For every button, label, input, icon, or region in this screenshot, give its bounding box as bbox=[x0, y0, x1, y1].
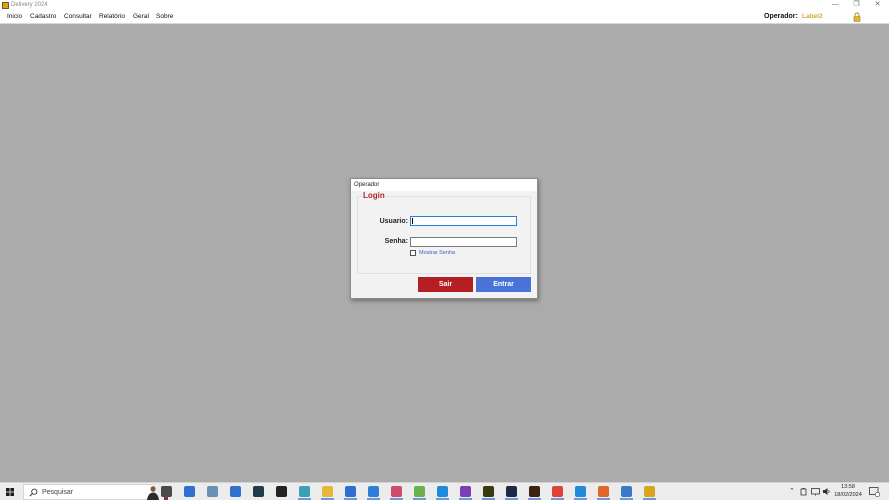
network-icon[interactable] bbox=[811, 488, 820, 496]
menu-item-inicio[interactable]: Inicio bbox=[7, 13, 22, 21]
feather-icon[interactable] bbox=[299, 486, 310, 497]
search-placeholder: Pesquisar bbox=[42, 489, 74, 496]
show-password-label[interactable]: Mostrar Senha bbox=[419, 249, 455, 257]
delivery-app-icon[interactable] bbox=[644, 486, 655, 497]
restore-button[interactable]: ❐ bbox=[846, 0, 867, 11]
usuario-input[interactable] bbox=[410, 216, 517, 226]
window-title: Delivery 2024 bbox=[11, 2, 48, 8]
entrar-button[interactable]: Entrar bbox=[476, 277, 531, 292]
menu-item-sobre[interactable]: Sobre bbox=[156, 13, 173, 21]
lock-icon[interactable] bbox=[852, 12, 862, 22]
file-explorer-icon[interactable] bbox=[322, 486, 333, 497]
notepad-plus-icon[interactable] bbox=[414, 486, 425, 497]
dialog-titlebar: Operador bbox=[351, 179, 537, 191]
clock-time[interactable]: 13:58 bbox=[834, 484, 862, 491]
network-app-icon[interactable] bbox=[207, 486, 218, 497]
firefox-icon[interactable] bbox=[598, 486, 609, 497]
sair-button[interactable]: Sair bbox=[418, 277, 473, 292]
menu-item-cadastro[interactable]: Cadastro bbox=[30, 13, 56, 21]
dialog-title: Operador bbox=[354, 182, 380, 188]
login-dialog: Operador Login Usuario: Senha: Mostrar S… bbox=[350, 178, 538, 299]
battery-icon[interactable] bbox=[800, 488, 808, 496]
fireworks-icon[interactable] bbox=[483, 486, 494, 497]
store-icon[interactable] bbox=[345, 486, 356, 497]
taskbar: Pesquisar ⌃ 13:58 18/02/2024 bbox=[0, 482, 889, 500]
volume-icon[interactable] bbox=[822, 487, 831, 496]
search-icon bbox=[29, 488, 38, 497]
windows-start-icon[interactable] bbox=[6, 488, 14, 496]
visual-studio-v-icon[interactable] bbox=[253, 486, 264, 497]
code-editor-icon[interactable] bbox=[621, 486, 632, 497]
text-caret bbox=[412, 218, 413, 224]
visual-studio-icon[interactable] bbox=[460, 486, 471, 497]
illustrator-icon[interactable] bbox=[529, 486, 540, 497]
operador-label: Operador: bbox=[764, 13, 798, 20]
tablet-icon[interactable] bbox=[230, 486, 241, 497]
paint-icon[interactable] bbox=[391, 486, 402, 497]
clock-date[interactable]: 18/02/2024 bbox=[832, 492, 864, 499]
menu-bar: Inicio Cadastro Consultar Relatório Gera… bbox=[0, 11, 889, 24]
minimize-button[interactable]: — bbox=[825, 0, 846, 11]
menu-item-geral[interactable]: Geral bbox=[133, 13, 149, 21]
login-group: Login bbox=[357, 191, 531, 274]
app-icon bbox=[2, 2, 9, 9]
menu-item-consultar[interactable]: Consultar bbox=[64, 13, 92, 21]
tray-chevron-up-icon[interactable]: ⌃ bbox=[789, 487, 795, 496]
usuario-label: Usuario: bbox=[379, 218, 408, 225]
operador-value: Label2 bbox=[802, 13, 823, 20]
login-group-title: Login bbox=[362, 191, 386, 201]
mail-icon[interactable] bbox=[368, 486, 379, 497]
notifications-icon[interactable] bbox=[869, 487, 880, 497]
edge-icon[interactable] bbox=[575, 486, 586, 497]
photoshop-icon[interactable] bbox=[506, 486, 517, 497]
vscode-icon[interactable] bbox=[437, 486, 448, 497]
senha-input[interactable] bbox=[410, 237, 517, 247]
taskbar-search[interactable]: Pesquisar bbox=[23, 484, 169, 500]
app-blue-icon[interactable] bbox=[184, 486, 195, 497]
show-password-checkbox[interactable] bbox=[410, 250, 416, 256]
chrome-icon[interactable] bbox=[552, 486, 563, 497]
senha-label: Senha: bbox=[384, 238, 408, 245]
github-icon[interactable] bbox=[276, 486, 287, 497]
window-titlebar: Delivery 2024 — ❐ ✕ bbox=[0, 0, 889, 11]
menu-item-relatorio[interactable]: Relatório bbox=[99, 13, 125, 21]
task-view-icon[interactable] bbox=[161, 486, 172, 497]
close-button[interactable]: ✕ bbox=[867, 0, 888, 11]
